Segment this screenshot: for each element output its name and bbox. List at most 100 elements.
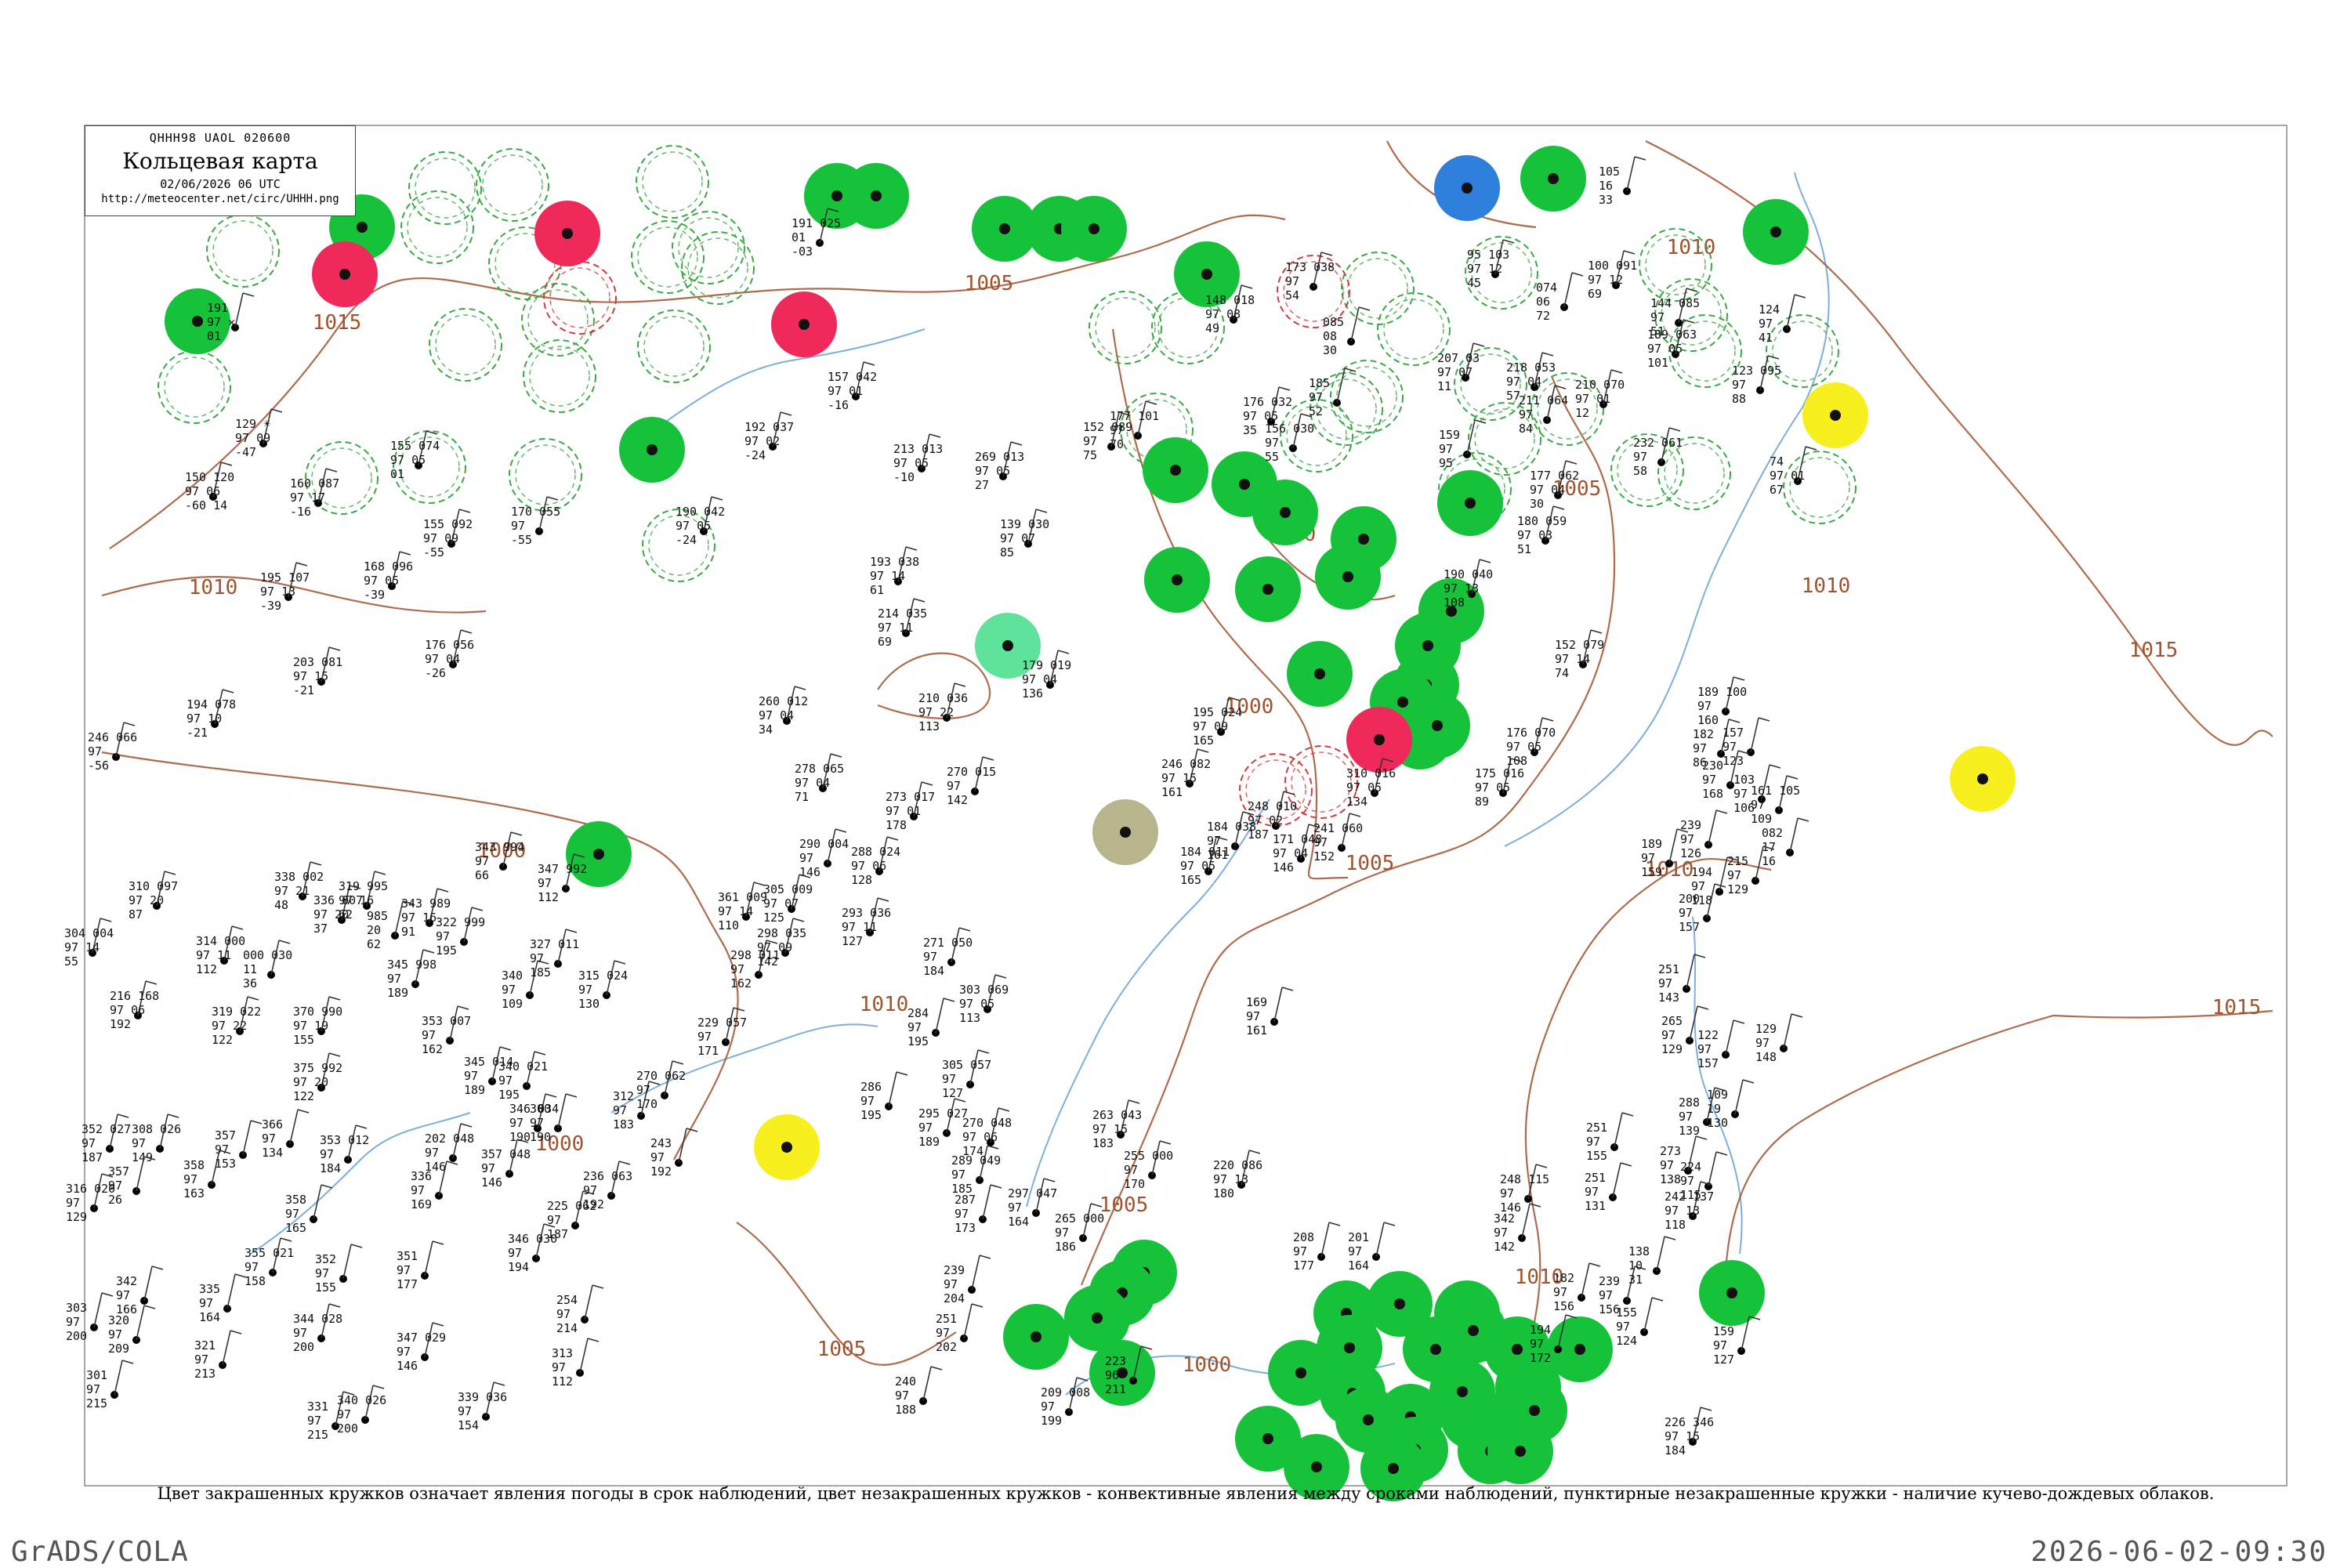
station-value: 97 14: [718, 904, 753, 918]
station-value: 97 05: [959, 997, 994, 1011]
station-value: 62: [367, 937, 381, 951]
station-value: 159: [1439, 428, 1460, 442]
station-value: 97 09: [757, 940, 792, 954]
station-value: 48: [274, 898, 288, 912]
station-value: 313: [552, 1346, 573, 1360]
station-value: 20: [367, 923, 381, 937]
station-value: 194: [1691, 865, 1712, 879]
station-value: 97 01: [886, 804, 921, 818]
station-dot: [1397, 697, 1408, 708]
station-value: 263 043: [1092, 1108, 1142, 1122]
station-value: 190: [509, 1130, 531, 1144]
station-value: 97 10: [187, 712, 222, 726]
station-value: 112: [552, 1374, 573, 1389]
station-dot: [1512, 1344, 1523, 1355]
station-dot: [1201, 269, 1212, 280]
station-dot: [1120, 827, 1131, 838]
station-value: 30: [1530, 497, 1544, 511]
station-value: 358: [183, 1158, 205, 1172]
station-value: 213: [194, 1367, 216, 1381]
station-value: 97 04: [1530, 483, 1565, 497]
station-value: 97 03: [1517, 528, 1552, 542]
station-value: 343 989: [401, 896, 451, 911]
station-value: 152 079: [1555, 638, 1604, 652]
station-value: 165: [285, 1221, 306, 1235]
station-dot: [1342, 571, 1353, 582]
station-value: 239: [1680, 818, 1701, 832]
station-value: -24: [744, 448, 766, 462]
station-value: 108: [1444, 596, 1465, 610]
station-value: -55: [511, 533, 532, 547]
station-value: 347 029: [397, 1331, 446, 1345]
station-value: 301: [86, 1368, 107, 1382]
station-value: -39: [260, 599, 281, 613]
station-value: 176 056: [425, 638, 474, 652]
station-value: 361 009: [718, 890, 767, 904]
source-url[interactable]: http://meteocenter.net/circ/UHHH.png: [85, 193, 355, 205]
station-value: 353 012: [320, 1133, 369, 1147]
station-value: 97: [1083, 434, 1097, 448]
station-value: 88: [1732, 392, 1746, 406]
station-value: 110: [718, 918, 739, 932]
station-value: 185: [530, 965, 551, 980]
station-value: 297 047: [1008, 1186, 1057, 1200]
station-value: 255 000: [1124, 1149, 1173, 1163]
station-dot: [1574, 1344, 1585, 1355]
station-value: 321: [194, 1338, 216, 1353]
station-value: 08: [1323, 329, 1337, 343]
station-value: 97 07: [763, 896, 799, 911]
station-value: 97: [955, 1207, 969, 1221]
station-value: 310 097: [129, 879, 178, 893]
station-value: 97: [1680, 1174, 1694, 1188]
isobar-label: 1015: [2212, 996, 2262, 1019]
station-value: 97 12: [1588, 273, 1623, 287]
station-value: 97 04: [1273, 846, 1308, 860]
station-value: 97: [1348, 1244, 1362, 1258]
station-dot: [339, 269, 350, 280]
station-value: 49: [1205, 321, 1219, 335]
station-dot: [1529, 1405, 1540, 1416]
station-value: 251: [1586, 1121, 1607, 1135]
station-value: 290 004: [799, 837, 849, 851]
station-value: 316 020: [66, 1182, 115, 1196]
station-value: -10: [893, 470, 915, 484]
station-value: 87: [129, 907, 143, 922]
station-value: 129 ☀: [235, 417, 270, 431]
station-value: 146: [1273, 860, 1294, 875]
station-value: 10: [1628, 1258, 1643, 1273]
station-value: 304 004: [64, 926, 114, 940]
station-value: 97 04: [425, 652, 460, 666]
station-value: 270 062: [636, 1069, 686, 1083]
station-value: 35: [1243, 423, 1257, 437]
station-value: 97: [1265, 436, 1279, 450]
station-value: 355 021: [245, 1246, 294, 1260]
station-value: 97: [583, 1183, 597, 1197]
station-value: 157: [1697, 1056, 1719, 1070]
station-value: 165: [1193, 733, 1214, 748]
station-dot: [1358, 534, 1369, 545]
station-value: 129: [1755, 1022, 1777, 1036]
station-value: 200: [66, 1329, 87, 1343]
station-value: 97: [1599, 1288, 1613, 1302]
station-value: -21: [293, 683, 314, 697]
station-value: 97: [82, 1136, 96, 1150]
station-value: 97 06: [110, 1003, 145, 1017]
station-value: 211: [1105, 1382, 1126, 1396]
station-dot: [1170, 465, 1181, 476]
station-value: 130: [578, 997, 600, 1011]
station-dot: [593, 849, 604, 860]
isobar-label: 1005: [965, 272, 1014, 295]
station-value: 97: [1732, 378, 1746, 392]
station-value: 97: [194, 1353, 208, 1367]
station-value: 97 04: [1022, 672, 1057, 686]
station-value: 97: [66, 1196, 80, 1210]
station-value: 112: [538, 890, 559, 904]
station-dot: [1092, 1313, 1103, 1324]
station-value: 352 027: [82, 1122, 131, 1136]
station-value: 97: [1693, 741, 1707, 755]
map-legend-box: QHHH98 UAOL 020600 Кольцевая карта 02/06…: [85, 125, 356, 216]
station-value: 97: [1679, 1110, 1693, 1124]
station-value: 97: [475, 854, 489, 868]
station-value: 085: [1323, 315, 1344, 329]
station-value: 278 065: [795, 762, 844, 776]
